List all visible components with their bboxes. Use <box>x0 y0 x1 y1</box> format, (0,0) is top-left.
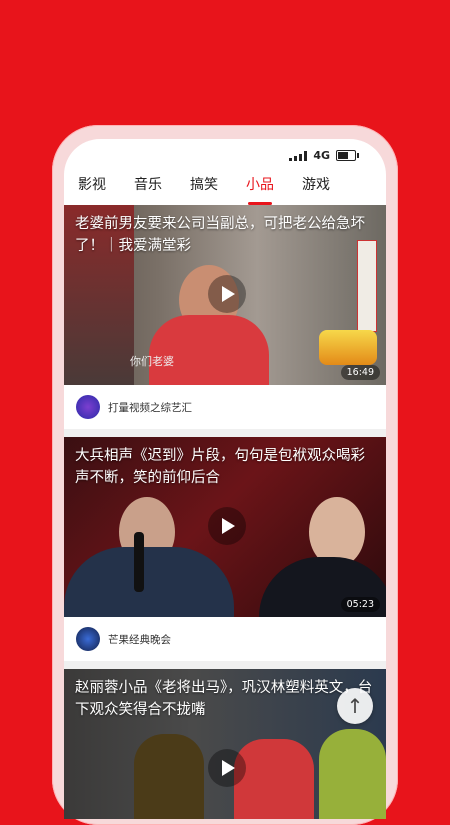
play-icon[interactable] <box>208 275 246 313</box>
video-thumbnail[interactable]: 赵丽蓉小品《老将出马》，巩汉林塑料英文，台下观众笑得合不拢嘴 <box>64 669 386 819</box>
tab-sketch[interactable]: 小品 <box>232 171 288 205</box>
status-bar: 4G <box>289 149 359 162</box>
category-tabs: 影视 音乐 搞笑 小品 游戏 <box>64 171 386 205</box>
video-feed: 你们老婆 老婆前男友要来公司当副总，可把老公给急坏了！｜我爱满堂彩 16:49 … <box>64 205 386 819</box>
battery-icon <box>336 150 359 161</box>
channel-avatar[interactable] <box>76 395 100 419</box>
channel-name[interactable]: 打量视频之综艺汇 <box>108 400 192 415</box>
signal-icon <box>289 150 308 161</box>
network-type: 4G <box>313 149 330 162</box>
performer-center <box>234 739 314 819</box>
channel-name[interactable]: 芒果经典晚会 <box>108 632 171 647</box>
performer-right <box>319 729 386 819</box>
video-duration: 16:49 <box>340 365 380 380</box>
tab-comedy[interactable]: 搞笑 <box>176 171 232 203</box>
app-screen: 4G 影视 音乐 搞笑 小品 游戏 你们老婆 老婆前男友要来公司当副总，可把老公… <box>64 139 386 819</box>
subtitle-text: 你们老婆 <box>130 355 174 368</box>
video-title: 赵丽蓉小品《老将出马》，巩汉林塑料英文，台下观众笑得合不拢嘴 <box>75 680 373 718</box>
channel-row[interactable]: 芒果经典晚会 <box>64 617 386 661</box>
tab-games[interactable]: 游戏 <box>288 171 344 203</box>
video-thumbnail[interactable]: 大兵相声《迟到》片段，句句是包袱观众喝彩声不断，笑的前仰后合 05:23 <box>64 437 386 617</box>
tab-movies[interactable]: 影视 <box>64 171 120 203</box>
channel-avatar[interactable] <box>76 627 100 651</box>
channel-row[interactable]: 打量视频之综艺汇 <box>64 385 386 429</box>
play-icon[interactable] <box>208 749 246 787</box>
video-card[interactable]: 你们老婆 老婆前男友要来公司当副总，可把老公给急坏了！｜我爱满堂彩 16:49 … <box>64 205 386 429</box>
performer-left-body <box>64 547 234 617</box>
show-logo <box>319 330 377 365</box>
video-title: 大兵相声《迟到》片段，句句是包袱观众喝彩声不断，笑的前仰后合 <box>75 448 365 486</box>
arrow-up-icon: ↑ <box>346 694 364 718</box>
video-thumbnail[interactable]: 你们老婆 老婆前男友要来公司当副总，可把老公给急坏了！｜我爱满堂彩 16:49 <box>64 205 386 385</box>
video-duration: 05:23 <box>340 597 380 612</box>
play-icon[interactable] <box>208 507 246 545</box>
person-body <box>149 315 269 385</box>
tab-music[interactable]: 音乐 <box>120 171 176 203</box>
video-card[interactable]: 大兵相声《迟到》片段，句句是包袱观众喝彩声不断，笑的前仰后合 05:23 芒果经… <box>64 437 386 661</box>
microphone <box>134 532 144 592</box>
video-title: 老婆前男友要来公司当副总，可把老公给急坏了！｜我爱满堂彩 <box>75 216 365 254</box>
back-to-top-button[interactable]: ↑ <box>337 688 373 724</box>
performer-left <box>134 734 204 819</box>
video-card[interactable]: 赵丽蓉小品《老将出马》，巩汉林塑料英文，台下观众笑得合不拢嘴 <box>64 669 386 819</box>
